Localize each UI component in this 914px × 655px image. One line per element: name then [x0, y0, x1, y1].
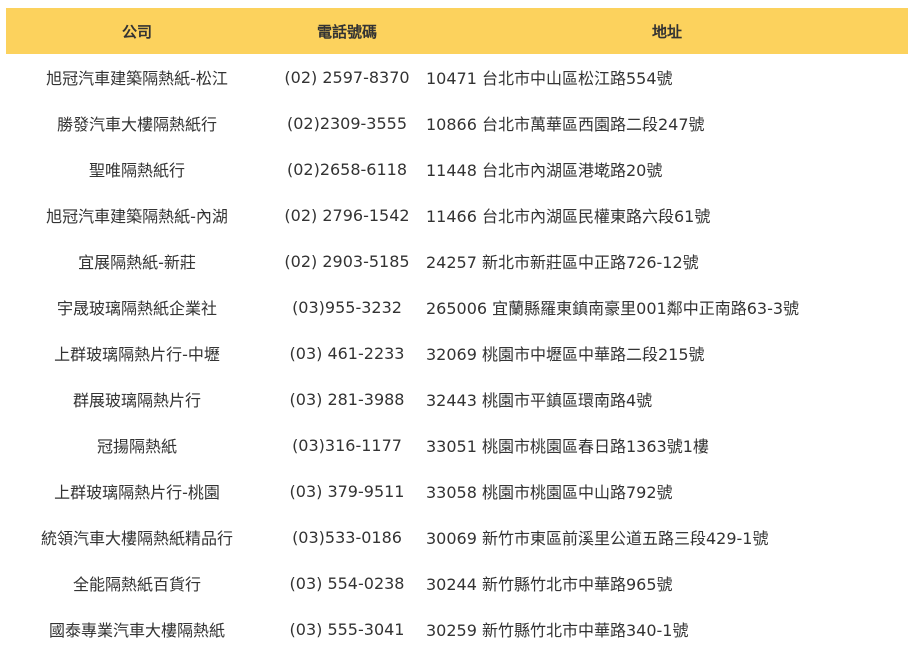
address-cell: 33051 桃園市桃園區春日路1363號1樓	[426, 437, 709, 456]
company-name-cell: 聖唯隔熱紙行	[88, 161, 185, 180]
company-name-cell: 旭冠汽車建築隔熱紙-內湖	[46, 207, 228, 226]
company-name-cell: 上群玻璃隔熱片行-桃園	[54, 483, 220, 502]
phone-number-cell: (02) 2903-5185	[284, 251, 410, 271]
phone-number-cell: (02)2309-3555	[286, 113, 408, 133]
address-cell: 10471 台北市中山區松江路554號	[426, 69, 673, 88]
company-name-cell: 宇晟玻璃隔熱紙企業社	[56, 299, 217, 318]
phone-number-cell: (02) 2597-8370	[284, 67, 410, 87]
company-name-cell: 上群玻璃隔熱片行-中壢	[54, 345, 220, 364]
address-cell: 33058 桃園市桃園區中山路792號	[426, 483, 673, 502]
table-row: 勝發汽車大樓隔熱紙行 (02)2309-3555 10866 台北市萬華區西園路二段…	[6, 100, 908, 146]
table-row: 上群玻璃隔熱片行-桃園 (03) 379-9511 33058 桃園市桃園區中山路7…	[6, 468, 908, 514]
table-row: 統領汽車大樓隔熱紙精品行 (03)533-0186 30069 新竹市東區前溪里公道…	[6, 514, 908, 560]
header-row: 公司 電話號碼 地址	[6, 8, 908, 54]
table-row: 旭冠汽車建築隔熱紙-內湖 (02) 2796-1542 11466 台北市內湖區民權…	[6, 192, 908, 238]
phone-number-cell: (03)533-0186	[292, 527, 402, 547]
address-cell: 32069 桃園市中壢區中華路二段215號	[426, 345, 705, 364]
address-cell: 10866 台北市萬華區西園路二段247號	[426, 115, 705, 134]
company-name-cell: 全能隔熱紙百貨行	[72, 575, 201, 594]
shop-directory-table: 公司 電話號碼 地址 旭冠汽車建築隔熱紙-松江 (02) 2597-8370 104…	[6, 8, 908, 652]
table-row: 群展玻璃隔熱片行 (03) 281-3988 32443 桃園市平鎮區環南路4號	[6, 376, 908, 422]
phone-number-cell: (03) 554-0238	[289, 573, 405, 593]
page: 公司 電話號碼 地址 旭冠汽車建築隔熱紙-松江 (02) 2597-8370 104…	[0, 0, 914, 655]
table-row: 冠揚隔熱紙 (03)316-1177 33051 桃園市桃園區春日路1363號1樓	[6, 422, 908, 468]
address-cell: 30259 新竹縣竹北市中華路340-1號	[426, 621, 689, 640]
table-body: 旭冠汽車建築隔熱紙-松江 (02) 2597-8370 10471 台北市中山區松江…	[6, 54, 908, 652]
address-cell: 265006 宜蘭縣羅東鎮南豪里001鄰中正南路63-3號	[426, 299, 800, 318]
company-name-cell: 群展玻璃隔熱片行	[72, 391, 201, 410]
column-header-phone: 電話號碼	[268, 8, 426, 54]
table-row: 宇晟玻璃隔熱紙企業社 (03)955-3232 265006 宜蘭縣羅東鎮南豪里00…	[6, 284, 908, 330]
company-name-cell: 旭冠汽車建築隔熱紙-松江	[46, 69, 228, 88]
phone-number-cell: (03) 461-2233	[289, 343, 405, 363]
table-row: 旭冠汽車建築隔熱紙-松江 (02) 2597-8370 10471 台北市中山區松江…	[6, 54, 908, 100]
address-cell: 11466 台北市內湖區民權東路六段61號	[426, 207, 711, 226]
phone-number-cell: (03) 281-3988	[289, 389, 405, 409]
address-cell: 30244 新竹縣竹北市中華路965號	[426, 575, 673, 594]
company-name-cell: 冠揚隔熱紙	[96, 437, 177, 456]
phone-number-cell: (02)2658-6118	[286, 159, 408, 179]
company-name-cell: 統領汽車大樓隔熱紙精品行	[40, 529, 233, 548]
company-name-cell: 勝發汽車大樓隔熱紙行	[56, 115, 217, 134]
phone-number-cell: (03) 555-3041	[289, 619, 405, 639]
address-cell: 11448 台北市內湖區港墘路20號	[426, 161, 663, 180]
column-header-address: 地址	[426, 8, 908, 54]
table-row: 上群玻璃隔熱片行-中壢 (03) 461-2233 32069 桃園市中壢區中華路二…	[6, 330, 908, 376]
address-cell: 30069 新竹市東區前溪里公道五路三段429-1號	[426, 529, 769, 548]
table-row: 全能隔熱紙百貨行 (03) 554-0238 30244 新竹縣竹北市中華路965號	[6, 560, 908, 606]
address-cell: 24257 新北市新莊區中正路726-12號	[426, 253, 699, 272]
phone-number-cell: (03) 379-9511	[289, 481, 405, 501]
table-row: 國泰專業汽車大樓隔熱紙 (03) 555-3041 30259 新竹縣竹北市中華路3…	[6, 606, 908, 652]
phone-number-cell: (02) 2796-1542	[284, 205, 410, 225]
table-row: 宜展隔熱紙-新莊 (02) 2903-5185 24257 新北市新莊區中正路726…	[6, 238, 908, 284]
phone-number-cell: (03)316-1177	[292, 435, 402, 455]
phone-number-cell: (03)955-3232	[292, 297, 402, 317]
table-header: 公司 電話號碼 地址	[6, 8, 908, 54]
company-name-cell: 宜展隔熱紙-新莊	[78, 253, 196, 272]
address-cell: 32443 桃園市平鎮區環南路4號	[426, 391, 653, 410]
company-name-cell: 國泰專業汽車大樓隔熱紙	[48, 621, 225, 640]
column-header-company: 公司	[6, 8, 268, 54]
table-row: 聖唯隔熱紙行 (02)2658-6118 11448 台北市內湖區港墘路20號	[6, 146, 908, 192]
